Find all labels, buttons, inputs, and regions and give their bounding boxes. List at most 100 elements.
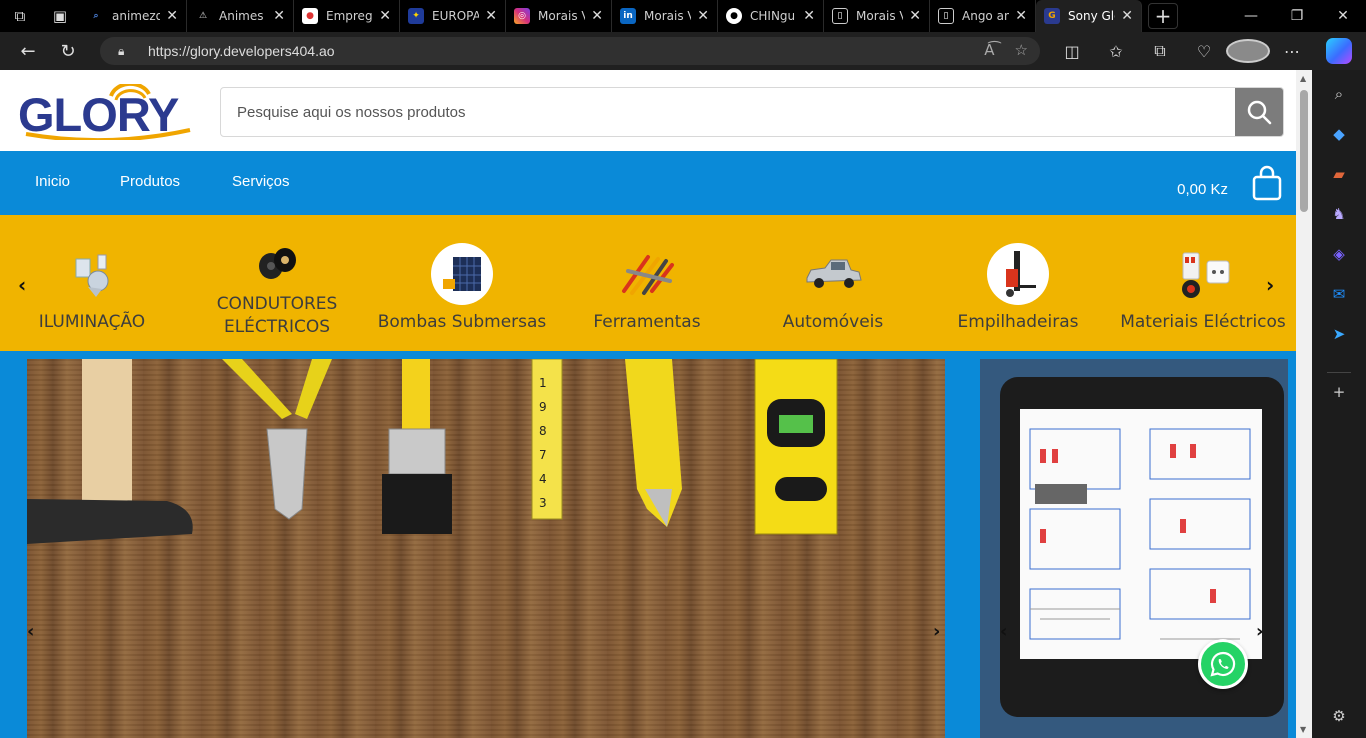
more-menu-icon[interactable]: ⋯ [1270,42,1314,61]
add-sidebar-app-icon[interactable]: + [1327,372,1351,401]
svg-text:9: 9 [539,400,547,414]
shopping-bag-icon[interactable] [1252,165,1282,201]
cable-reel-icon [246,237,308,287]
split-screen-icon[interactable]: ◫ [1050,42,1094,61]
category-item[interactable]: CONDUTORES ELÉCTRICOS [187,237,367,339]
browser-tab[interactable]: ⚠ Animes ✕ [187,0,294,32]
health-icon[interactable]: ♡ [1182,42,1226,61]
favorites-icon[interactable]: ✩ [1094,42,1138,61]
forklift-icon [987,243,1049,305]
tools-illustration: 1 9 8 7 4 3 [27,359,838,544]
jobs-icon: ● [302,8,318,24]
office-icon[interactable]: ◈ [1327,242,1351,266]
electrical-materials-icon [1172,243,1234,305]
search-icon: ⌕ [93,11,99,21]
browser-tab[interactable]: ● CHINgu ✕ [718,0,824,32]
toolbox-icon[interactable]: ▰ [1327,162,1351,186]
category-label: Automóveis [782,312,884,332]
close-window-icon[interactable]: ✕ [1320,0,1366,32]
page-scrollbar[interactable]: ▲ ▼ [1296,70,1312,738]
category-item[interactable]: Automóveis [743,243,923,334]
restore-icon[interactable]: ❐ [1274,0,1320,32]
browser-toolbar: ← ↻ 🔒︎ https://glory.developers404.ao A͡… [0,32,1366,70]
close-tab-icon[interactable]: ✕ [379,8,391,24]
close-tab-icon[interactable]: ✕ [803,8,815,24]
electrical-diagram-illustration [980,359,1288,738]
chevron-right-icon[interactable]: › [1256,621,1263,642]
page-viewport: GLORY Inicio Produtos Serviços 0,00 Kz ‹ [0,70,1296,738]
category-item[interactable]: Bombas Submersas [372,243,552,334]
chevron-left-icon[interactable]: ‹ [1000,621,1007,642]
nav-link-servicos[interactable]: Serviços [232,173,290,190]
read-aloud-icon[interactable]: A͡ [984,41,994,59]
category-label: Bombas Submersas [377,312,547,332]
games-icon[interactable]: ♞ [1327,202,1351,226]
category-label: Empilhadeiras [957,312,1079,332]
back-arrow-icon[interactable]: ← [8,32,48,70]
copilot-icon[interactable] [1326,38,1352,64]
chevron-right-icon[interactable]: › [933,621,940,642]
workspaces-icon[interactable]: ⧉ [0,0,40,32]
nav-link-inicio[interactable]: Inicio [35,173,70,190]
profile-avatar[interactable] [1226,39,1270,63]
product-search-input[interactable] [221,88,1235,136]
search-icon [1247,100,1272,125]
shopping-tag-icon[interactable]: ◆ [1327,122,1351,146]
svg-text:8: 8 [539,424,547,438]
tools-on-wood-banner[interactable]: 1 9 8 7 4 3 ‹ › [27,359,945,738]
browser-tab[interactable]: ▯ Ango ano✕ [930,0,1036,32]
favorite-star-icon[interactable]: ☆ [1015,41,1028,59]
scroll-up-arrow-icon[interactable]: ▲ [1300,74,1306,83]
glory-logo[interactable]: GLORY [18,84,198,140]
category-label: CONDUTORES ELÉCTRICOS [216,294,338,337]
address-bar[interactable]: 🔒︎ https://glory.developers404.ao A͡ ☆ [100,37,1040,65]
github-icon: ● [726,8,742,24]
close-tab-icon[interactable]: ✕ [1015,8,1027,24]
browser-tab-active[interactable]: G Sony Glory✕ [1036,0,1142,32]
sidebar-settings-icon[interactable]: ⚙ [1327,704,1351,728]
document-icon: ▯ [832,8,848,24]
electrical-panel-tablet-banner[interactable]: ‹ › [980,359,1288,738]
whatsapp-chat-button[interactable] [1198,639,1248,689]
browser-tab[interactable]: ▯ Morais Vicente✕ [824,0,930,32]
cart-total[interactable]: 0,00 Kz [1177,181,1228,198]
category-carousel: ‹ ILUMINAÇÃO CONDUTORES ELÉCTRICOS Bomba… [0,215,1296,351]
hero-banner-area: 198743 ‹ › ‹ › [0,351,1296,738]
browser-tab[interactable]: ⌕ animezone✕ [80,0,187,32]
close-tab-icon[interactable]: ✕ [485,8,497,24]
close-tab-icon[interactable]: ✕ [591,8,603,24]
scroll-down-arrow-icon[interactable]: ▼ [1300,725,1306,734]
svg-text:7: 7 [539,448,547,462]
close-tab-icon[interactable]: ✕ [273,8,285,24]
category-item[interactable]: Empilhadeiras [928,243,1108,334]
close-tab-icon[interactable]: ✕ [909,8,921,24]
minimize-icon[interactable]: — [1228,0,1274,32]
telegram-icon[interactable]: ➤ [1327,322,1351,346]
close-tab-icon[interactable]: ✕ [166,8,178,24]
browser-tab[interactable]: ✦ EUROPA ✕ [400,0,506,32]
refresh-icon[interactable]: ↻ [48,32,88,70]
url-text: https://glory.developers404.ao [148,43,335,59]
new-tab-button[interactable]: + [1148,3,1178,29]
category-item[interactable]: ILUMINAÇÃO [2,243,182,334]
solar-pump-icon [431,243,493,305]
scrollbar-thumb[interactable] [1300,90,1308,212]
pickup-truck-icon [802,243,864,305]
chevron-right-icon[interactable]: › [1266,273,1274,297]
product-search-bar [220,87,1284,137]
chevron-left-icon[interactable]: ‹ [27,621,34,642]
close-tab-icon[interactable]: ✕ [1121,8,1133,24]
nav-link-produtos[interactable]: Produtos [120,173,180,190]
tab-actions-icon[interactable]: ▣ [40,0,80,32]
browser-tab[interactable]: in Morais Vicente✕ [612,0,718,32]
collections-icon[interactable]: ⧉ [1138,41,1182,61]
browser-tab[interactable]: ◎ Morais Vicente✕ [506,0,612,32]
browser-tab[interactable]: ● Empregos✕ [294,0,400,32]
search-submit-button[interactable] [1235,88,1283,136]
outlook-icon[interactable]: ✉ [1327,282,1351,306]
category-item[interactable]: Ferramentas [557,243,737,334]
search-icon[interactable]: ⌕ [1327,82,1351,106]
logo-text: GLORY [18,88,179,140]
close-tab-icon[interactable]: ✕ [697,8,709,24]
main-navigation: Inicio Produtos Serviços 0,00 Kz [0,151,1296,215]
